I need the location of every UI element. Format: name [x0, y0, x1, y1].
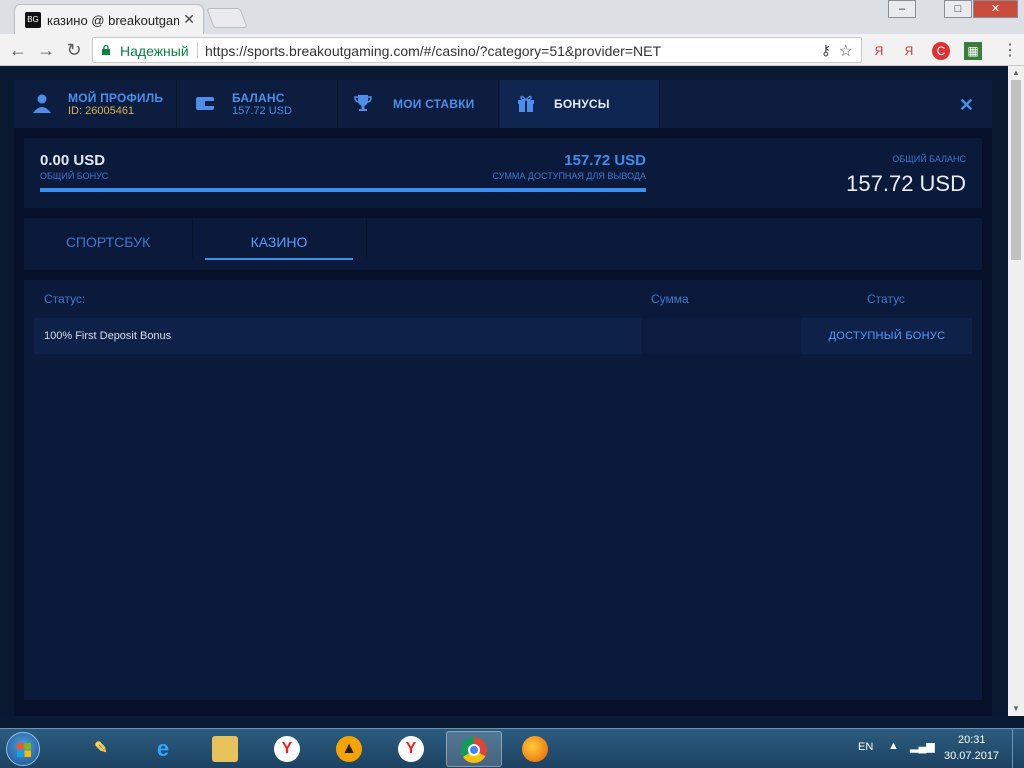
bookmark-star-icon[interactable]: ☆	[839, 41, 853, 61]
page-scrollbar[interactable]: ▲ ▼	[1008, 66, 1024, 716]
taskbar-app-explorer[interactable]	[198, 731, 254, 767]
secure-label: Надежный	[120, 43, 189, 59]
back-arrow-icon[interactable]: ←	[6, 38, 30, 62]
url-text[interactable]: https://sports.breakoutgaming.com/#/casi…	[205, 43, 661, 59]
tab-divider	[192, 218, 193, 258]
account-tabs: МОЙ ПРОФИЛЬ ID: 26005461 БАЛАНС 157.72 U…	[14, 80, 992, 128]
lock-icon	[102, 45, 110, 55]
wallet-icon	[196, 97, 214, 110]
table-row[interactable]: 100% First Deposit Bonus ДОСТУПНЫЙ БОНУС	[34, 318, 972, 354]
image-extension-icon[interactable]: ▦	[964, 42, 982, 60]
window-maximize-button[interactable]: □	[944, 0, 972, 18]
scroll-up-arrow-icon[interactable]: ▲	[1008, 66, 1024, 80]
clock-time[interactable]: 20:31	[958, 734, 986, 746]
taskbar-app-chrome[interactable]	[446, 731, 502, 767]
adblock-extension-icon[interactable]: C	[932, 42, 950, 60]
folder-icon	[212, 736, 238, 762]
tools-icon: ✎	[94, 740, 108, 757]
tab-close-icon[interactable]: ✕	[183, 11, 195, 28]
language-indicator[interactable]: EN	[858, 741, 873, 753]
account-modal: МОЙ ПРОФИЛЬ ID: 26005461 БАЛАНС 157.72 U…	[14, 80, 992, 716]
yandex-extension-icon[interactable]: Я	[870, 42, 888, 60]
chrome-icon	[461, 737, 487, 763]
total-bonus-label: ОБЩИЙ БОНУС	[40, 171, 109, 181]
yandex-extension-icon[interactable]: Я	[900, 42, 918, 60]
user-icon	[33, 94, 51, 113]
clock-date[interactable]: 30.07.2017	[944, 750, 999, 762]
internet-explorer-icon: e	[156, 736, 170, 761]
bonus-name: 100% First Deposit Bonus	[44, 330, 172, 342]
column-header-status-right: Статус	[867, 292, 905, 306]
total-balance-value: 157.72 USD	[846, 171, 966, 196]
bonus-table: Статус: Сумма Статус 100% First Deposit …	[24, 280, 982, 700]
tab-balance[interactable]: БАЛАНС 157.72 USD	[178, 80, 338, 128]
tab-sportsbook[interactable]: СПОРТСБУК	[24, 218, 192, 270]
window-minimize-button[interactable]: –	[888, 0, 916, 18]
tray-expand-icon[interactable]: ▲	[888, 740, 899, 752]
triangle-app-icon: ▲	[336, 736, 362, 762]
new-tab-button[interactable]	[206, 8, 248, 28]
tab-label: БАЛАНС	[232, 91, 285, 105]
taskbar-app-yandex[interactable]: Y	[260, 731, 316, 767]
url-separator	[197, 42, 198, 58]
address-bar[interactable]: Надежный https://sports.breakoutgaming.c…	[92, 37, 862, 63]
bonus-amount	[641, 318, 801, 354]
gift-icon	[518, 95, 534, 112]
reload-icon[interactable]: ↻	[62, 38, 86, 62]
withdrawable-label: СУММА ДОСТУПНАЯ ДЛЯ ВЫВОДА	[492, 171, 646, 181]
windows-taskbar: ✎ e Y ▲ Y EN ▲ ▂▄▆ 20:31 30.07.2017	[0, 728, 1024, 768]
tab-label: БОНУСЫ	[554, 97, 610, 111]
total-bonus-value: 0.00 USD	[40, 152, 106, 169]
total-balance-label: ОБЩИЙ БАЛАНС	[892, 154, 966, 164]
taskbar-app-tools[interactable]: ✎	[74, 731, 130, 767]
windows-logo-icon	[17, 743, 31, 757]
trophy-icon	[354, 95, 372, 111]
user-id: ID: 26005461	[68, 105, 135, 117]
show-desktop-button[interactable]	[1012, 729, 1024, 768]
browser-menu-icon[interactable]: ⋮	[1002, 40, 1018, 60]
tab-divider	[366, 218, 367, 258]
taskbar-app-firefox[interactable]	[508, 731, 564, 767]
close-icon[interactable]: ✕	[959, 95, 974, 116]
tab-label: МОЙ ПРОФИЛЬ	[68, 91, 164, 105]
withdrawable-value: 157.72 USD	[564, 152, 646, 169]
tab-label: КАЗИНО	[250, 234, 308, 250]
tab-my-profile[interactable]: МОЙ ПРОФИЛЬ ID: 26005461	[14, 80, 177, 128]
bonus-category-tabs: СПОРТСБУК КАЗИНО	[24, 218, 982, 270]
page-content: МОЙ ПРОФИЛЬ ID: 26005461 БАЛАНС 157.72 U…	[0, 66, 1008, 716]
site-favicon-icon: BG	[25, 12, 41, 28]
firefox-icon	[522, 736, 548, 762]
bonus-status-badge[interactable]: ДОСТУПНЫЙ БОНУС	[802, 318, 972, 354]
yandex-browser-icon: Y	[398, 736, 424, 762]
balance-progress-bar	[40, 188, 646, 192]
scrollbar-thumb[interactable]	[1011, 80, 1021, 260]
scroll-down-arrow-icon[interactable]: ▼	[1008, 702, 1024, 716]
taskbar-app-ie[interactable]: e	[136, 731, 192, 767]
column-header-amount: Сумма	[651, 292, 689, 306]
window-close-button[interactable]: ✕	[973, 0, 1018, 18]
column-header-status: Статус:	[44, 292, 86, 306]
taskbar-app-yandex-2[interactable]: Y	[384, 731, 440, 767]
tab-label: МОИ СТАВКИ	[393, 97, 475, 111]
balance-amount: 157.72 USD	[232, 105, 292, 117]
key-icon[interactable]: ⚷	[821, 42, 831, 59]
tab-label: СПОРТСБУК	[65, 234, 151, 250]
balance-progress-fill	[40, 188, 646, 192]
taskbar-app-vlc[interactable]: ▲	[322, 731, 378, 767]
tab-title: казино @ breakoutgaming	[47, 13, 179, 28]
tab-bonuses[interactable]: БОНУСЫ	[500, 80, 660, 128]
tab-casino[interactable]: КАЗИНО	[195, 218, 363, 270]
yandex-browser-icon: Y	[274, 736, 300, 762]
forward-arrow-icon[interactable]: →	[34, 38, 58, 62]
balance-summary: 0.00 USD ОБЩИЙ БОНУС 157.72 USD СУММА ДО…	[24, 138, 982, 208]
browser-toolbar: ← → ↻ Надежный https://sports.breakoutga…	[0, 34, 1024, 66]
browser-tab[interactable]: BG казино @ breakoutgaming ✕	[14, 4, 204, 34]
browser-tabstrip: BG казино @ breakoutgaming ✕ – □ ✕	[0, 0, 1024, 34]
start-button[interactable]	[6, 732, 40, 766]
tab-my-bets[interactable]: МОИ СТАВКИ	[339, 80, 499, 128]
active-tab-underline	[205, 258, 353, 260]
network-signal-icon[interactable]: ▂▄▆	[910, 740, 935, 753]
